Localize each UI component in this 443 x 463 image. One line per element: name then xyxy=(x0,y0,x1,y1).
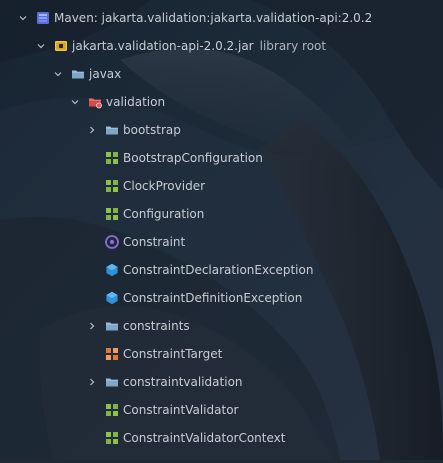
tree-row-label: ConstraintDeclarationException xyxy=(123,263,314,277)
tree-row-label: bootstrap xyxy=(123,123,181,137)
tree-row-label: constraints xyxy=(123,319,190,333)
interface-icon xyxy=(104,178,120,194)
annotation-icon xyxy=(104,234,120,250)
chevron-down-icon[interactable] xyxy=(52,68,64,80)
library-icon xyxy=(35,10,51,26)
chevron-down-icon[interactable] xyxy=(35,40,47,52)
chevron-right-icon[interactable] xyxy=(86,124,98,136)
interface-icon xyxy=(104,150,120,166)
package-folder-icon xyxy=(104,374,120,390)
tree-row-label: ClockProvider xyxy=(123,179,206,193)
chevron-down-icon[interactable] xyxy=(17,12,29,24)
tree-row-label: jakarta.validation-api-2.0.2.jar xyxy=(72,39,254,53)
tree-row-label: ConstraintDefinitionException xyxy=(123,291,303,305)
package-folder-icon xyxy=(104,318,120,334)
tree-row-constraintdefinitionexception[interactable]: ConstraintDefinitionException xyxy=(0,284,443,312)
tree-row-label: ConstraintValidatorContext xyxy=(123,431,286,445)
interface-icon xyxy=(104,430,120,446)
interface-icon xyxy=(104,402,120,418)
tree-row-label: Configuration xyxy=(123,207,205,221)
interface-icon xyxy=(104,206,120,222)
package-folder-icon xyxy=(70,66,86,82)
tree-row-jar-library-root[interactable]: jakarta.validation-api-2.0.2.jar library… xyxy=(0,32,443,60)
tree-row-validation[interactable]: validation xyxy=(0,88,443,116)
tree-row-constraintvalidator[interactable]: ConstraintValidator xyxy=(0,396,443,424)
chevron-down-icon[interactable] xyxy=(69,96,81,108)
tree-row-clockprovider[interactable]: ClockProvider xyxy=(0,172,443,200)
chevron-right-icon[interactable] xyxy=(86,376,98,388)
tree-row-constraintvalidation[interactable]: constraintvalidation xyxy=(0,368,443,396)
tree-row-constraint[interactable]: Constraint xyxy=(0,228,443,256)
enum-icon xyxy=(104,346,120,362)
tree-row-javax[interactable]: javax xyxy=(0,60,443,88)
tree-row-constraintvalidatorcontext[interactable]: ConstraintValidatorContext xyxy=(0,424,443,452)
tree-row-maven-library[interactable]: Maven: jakarta.validation:jakarta.valida… xyxy=(0,4,443,32)
tree-row-label: Maven: jakarta.validation:jakarta.valida… xyxy=(54,11,373,25)
tree-row-label: Constraint xyxy=(123,235,186,249)
tree-row-configuration[interactable]: Configuration xyxy=(0,200,443,228)
package-folder-icon xyxy=(104,122,120,138)
tree-row-label: constraintvalidation xyxy=(123,375,243,389)
tree-row-label: javax xyxy=(89,67,122,81)
library-root-label: library root xyxy=(259,39,327,53)
tree-row-constraints[interactable]: constraints xyxy=(0,312,443,340)
chevron-right-icon[interactable] xyxy=(86,320,98,332)
tree-row-label: ConstraintTarget xyxy=(123,347,223,361)
exception-class-icon xyxy=(104,262,120,278)
package-folder-red-icon xyxy=(87,94,103,110)
project-tree: Maven: jakarta.validation:jakarta.valida… xyxy=(0,0,443,460)
tree-row-bootstrap[interactable]: bootstrap xyxy=(0,116,443,144)
tree-row-label: validation xyxy=(106,95,166,109)
jar-icon xyxy=(53,38,69,54)
tree-row-constraintdeclarationexception[interactable]: ConstraintDeclarationException xyxy=(0,256,443,284)
tree-row-label: ConstraintValidator xyxy=(123,403,239,417)
exception-class-icon xyxy=(104,290,120,306)
tree-row-constrainttarget[interactable]: ConstraintTarget xyxy=(0,340,443,368)
tree-row-label: BootstrapConfiguration xyxy=(123,151,263,165)
tree-row-bootstrapconfiguration[interactable]: BootstrapConfiguration xyxy=(0,144,443,172)
